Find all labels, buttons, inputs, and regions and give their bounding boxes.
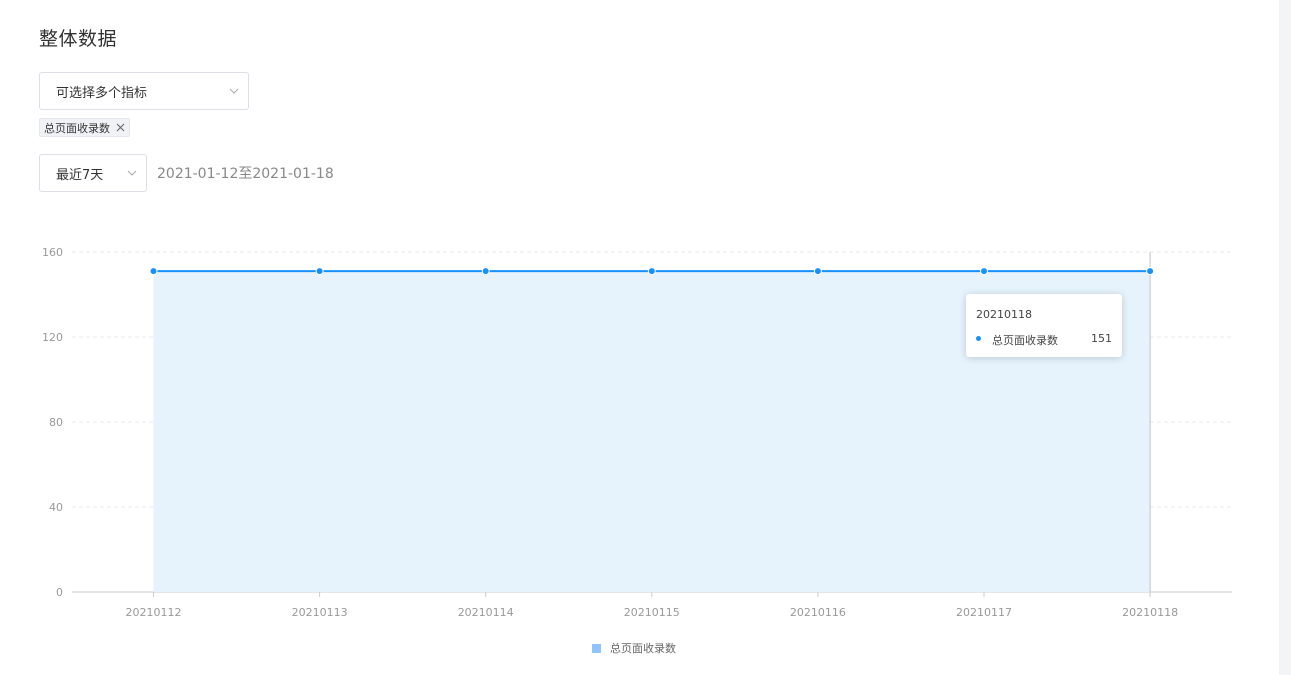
y-tick-label: 0 [56,586,63,599]
tooltip-series-name: 总页面收录数 [992,334,1058,347]
chart-legend-item[interactable]: 总页面收录数 [592,640,676,656]
tooltip-series-value: 151 [1091,332,1112,345]
x-tick-label: 20210116 [790,606,846,619]
date-range-text: 2021-01-12至2021-01-18 [157,166,334,182]
data-point [813,267,822,276]
chart-tooltip: 20210118 总页面收录数 151 [966,294,1122,357]
y-tick-label: 160 [42,246,63,259]
page-title: 整体数据 [39,28,118,50]
y-tick-label: 40 [49,501,63,514]
chevron-down-icon [127,170,137,176]
tooltip-title: 20210118 [976,308,1032,321]
data-point [1146,267,1155,276]
x-tick-label: 20210114 [458,606,514,619]
metric-select-placeholder: 可选择多个指标 [56,85,148,101]
y-tick-label: 120 [42,331,63,344]
x-tick-label: 20210112 [126,606,182,619]
data-point [149,267,158,276]
chevron-down-icon [229,88,239,94]
time-range-select[interactable]: 最近7天 [39,154,147,192]
selected-metric-tag: 总页面收录数 [39,118,130,137]
y-tick-label: 80 [49,416,63,429]
legend-swatch [592,643,601,653]
data-point [481,267,490,276]
tag-label: 总页面收录数 [44,121,110,135]
legend-label: 总页面收录数 [610,642,676,655]
x-tick-label: 20210113 [292,606,348,619]
time-range-selected: 最近7天 [56,167,104,183]
page-scrollbar-track [1279,0,1291,675]
data-point [315,267,324,276]
data-point [647,267,656,276]
tooltip-series-marker [976,336,981,341]
data-point [980,267,988,276]
close-icon[interactable] [116,123,125,132]
metric-select[interactable]: 可选择多个指标 [39,72,249,110]
x-tick-label: 20210115 [624,606,680,619]
line-chart: 0 40 80 120 160 20210112 20210113 20210114 20210… [42,246,1232,619]
x-tick-label: 20210118 [1122,606,1178,619]
x-tick-label: 20210117 [956,606,1012,619]
